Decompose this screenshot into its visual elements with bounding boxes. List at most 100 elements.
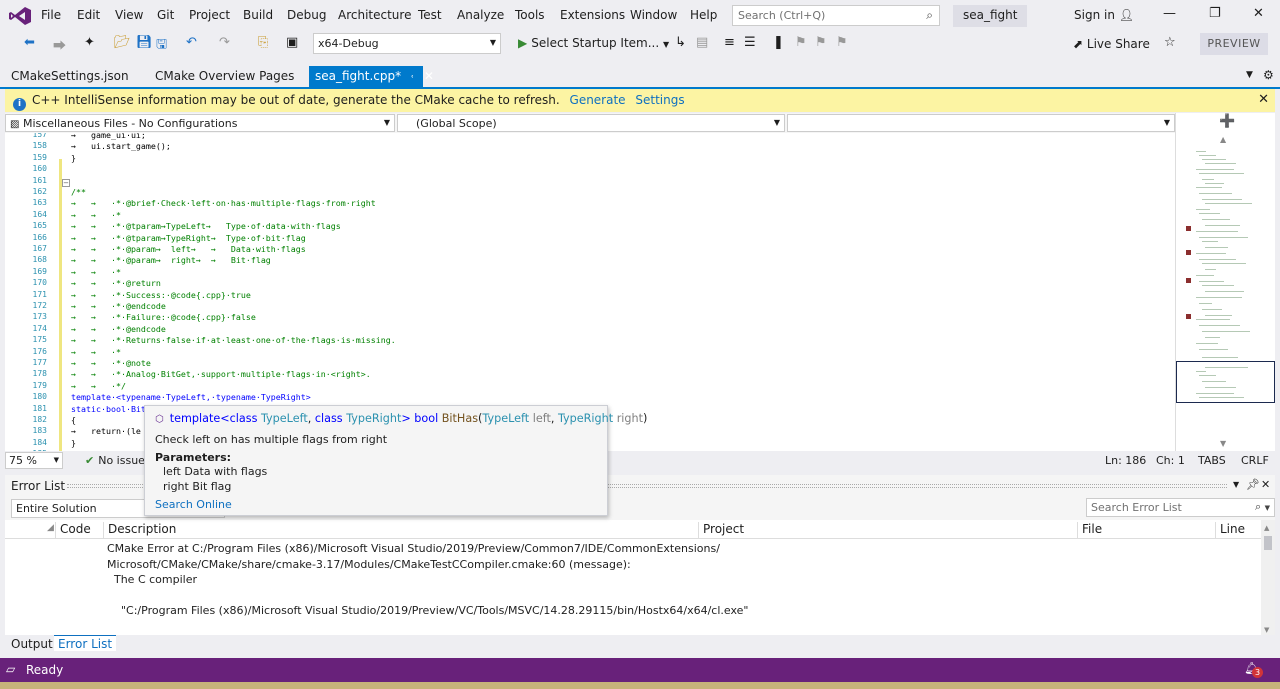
- solution-configuration-select[interactable]: x64-Debug ▼: [313, 33, 501, 54]
- code-line[interactable]: → → ·*·@note: [71, 358, 151, 370]
- menu-architecture[interactable]: Architecture: [338, 8, 411, 22]
- split-window-icon[interactable]: ➕: [1219, 114, 1235, 129]
- code-line[interactable]: → → ·*·@tparam→TypeLeft→ Type·of·data·wi…: [71, 221, 341, 233]
- code-line[interactable]: → → ·*·Returns·false·if·at·least·one·of·…: [71, 335, 396, 347]
- tab-cmake-overview[interactable]: CMake Overview Pages: [149, 66, 300, 87]
- collapse-icon[interactable]: −: [62, 179, 70, 187]
- find-in-files-icon[interactable]: ⎘: [258, 35, 268, 50]
- member-select[interactable]: ▼: [787, 114, 1175, 132]
- search-online-link[interactable]: Search Online: [155, 498, 232, 511]
- line-ending-indicator[interactable]: CRLF: [1241, 454, 1269, 467]
- screenshot-icon[interactable]: ▣: [286, 35, 298, 50]
- visual-studio-logo-icon[interactable]: [8, 6, 32, 26]
- issues-indicator[interactable]: ✔ No issue: [85, 454, 145, 467]
- column-line[interactable]: Line: [1215, 522, 1245, 538]
- column-file[interactable]: File: [1077, 522, 1102, 538]
- quick-launch-search[interactable]: Search (Ctrl+Q) ⌕: [732, 5, 940, 26]
- tab-cmakesettings[interactable]: CMakeSettings.json: [5, 66, 135, 87]
- code-line[interactable]: → → ·*: [71, 210, 121, 222]
- scroll-thumb[interactable]: [1264, 536, 1272, 550]
- panel-menu-icon[interactable]: ▼: [1233, 480, 1239, 489]
- close-window-icon[interactable]: ✕: [1253, 6, 1264, 21]
- menu-file[interactable]: File: [41, 8, 61, 22]
- menu-project[interactable]: Project: [189, 8, 230, 22]
- menu-build[interactable]: Build: [243, 8, 273, 22]
- code-line[interactable]: → → ·*·@tparam→TypeRight→ Type·of·bit·fl…: [71, 233, 306, 245]
- feedback-icon[interactable]: ☆: [1164, 35, 1176, 50]
- code-editor[interactable]: 157 158 159 160 161 162 163 164 165 166 167 168 169 1…: [5, 133, 1175, 451]
- code-line[interactable]: template·<typename·TypeLeft,·typename·Ty…: [71, 392, 311, 404]
- pin-panel-icon[interactable]: 📌︎: [1246, 478, 1260, 491]
- scrollbar-minimap[interactable]: ➕ ▲ ▼: [1175, 113, 1275, 451]
- restore-icon[interactable]: ❐: [1209, 6, 1221, 21]
- menu-tools[interactable]: Tools: [515, 8, 545, 22]
- close-panel-icon[interactable]: ✕: [1261, 478, 1270, 491]
- code-line[interactable]: → → ·*·Failure:·@code{.cpp}·false: [71, 312, 256, 324]
- menu-help[interactable]: Help: [690, 8, 717, 22]
- sign-in-link[interactable]: Sign in 👤︎: [1074, 8, 1134, 22]
- minimize-icon[interactable]: —: [1163, 6, 1176, 21]
- scroll-up-icon[interactable]: ▲: [1264, 524, 1269, 532]
- navigate-back-icon[interactable]: ⬅: [24, 35, 35, 50]
- code-line[interactable]: → → ·*·@param→ right→ → Bit·flag: [71, 255, 271, 267]
- code-line[interactable]: → → ·*: [71, 347, 121, 359]
- code-line[interactable]: → → ·*·Success:·@code{.cpp}·true: [71, 290, 251, 302]
- preview-badge[interactable]: PREVIEW: [1200, 33, 1268, 55]
- code-line[interactable]: → → ·*: [71, 267, 121, 279]
- column-code[interactable]: Code: [55, 522, 91, 538]
- tab-output[interactable]: Output: [7, 637, 57, 651]
- code-line[interactable]: /**: [71, 187, 86, 199]
- code-line[interactable]: }: [71, 438, 76, 450]
- menu-window[interactable]: Window: [630, 8, 677, 22]
- tabs-indicator[interactable]: TABS: [1198, 454, 1226, 467]
- project-select[interactable]: ▨ Miscellaneous Files - No Configuration…: [5, 114, 395, 132]
- code-line[interactable]: → → ·*·@param→ left→ → Data·with·flags: [71, 244, 306, 256]
- column-project[interactable]: Project: [698, 522, 744, 538]
- tab-overflow-icon[interactable]: ▼: [1246, 70, 1253, 80]
- menu-extensions[interactable]: Extensions: [560, 8, 625, 22]
- filter-icon[interactable]: ◢: [47, 523, 54, 533]
- menu-git[interactable]: Git: [157, 8, 174, 22]
- menu-analyze[interactable]: Analyze: [457, 8, 504, 22]
- bookmark-icon[interactable]: ❚: [773, 35, 784, 50]
- scroll-down-icon[interactable]: ▼: [1264, 626, 1269, 634]
- scroll-down-icon[interactable]: ▼: [1220, 439, 1226, 448]
- menu-edit[interactable]: Edit: [77, 8, 100, 22]
- close-tab-icon[interactable]: ✕: [424, 69, 434, 83]
- generate-link[interactable]: Generate: [570, 93, 626, 107]
- step-icon[interactable]: ↳: [675, 35, 686, 50]
- scope-select[interactable]: (Global Scope) ▼: [397, 114, 785, 132]
- open-folder-icon[interactable]: 📂︎: [114, 35, 131, 50]
- save-icon[interactable]: 💾︎: [136, 35, 153, 50]
- settings-link[interactable]: Settings: [635, 93, 684, 107]
- code-line[interactable]: → → ·*·@return: [71, 278, 161, 290]
- search-error-list-input[interactable]: Search Error List ⌕ ▼: [1086, 498, 1275, 517]
- close-info-bar-icon[interactable]: ✕: [1258, 92, 1269, 107]
- pin-icon[interactable]: ˓: [411, 72, 414, 83]
- save-all-icon[interactable]: 🖫︎: [156, 35, 167, 57]
- navigate-forward-icon[interactable]: ⮕: [53, 35, 66, 54]
- comment-out-icon[interactable]: ≡: [724, 35, 735, 50]
- undo-icon[interactable]: ↶: [186, 35, 197, 50]
- menu-view[interactable]: View: [115, 8, 143, 22]
- error-list-scrollbar[interactable]: ▲ ▼: [1261, 520, 1275, 638]
- menu-debug[interactable]: Debug: [287, 8, 326, 22]
- new-item-icon[interactable]: ✦: [84, 35, 95, 50]
- start-debugging-button[interactable]: ▶ Select Startup Item... ▼: [518, 36, 669, 50]
- tab-sea-fight-cpp[interactable]: sea_fight.cpp* ˓ ✕: [309, 66, 434, 87]
- column-description[interactable]: Description: [103, 522, 176, 538]
- code-line[interactable]: → ui.start_game();: [71, 141, 171, 153]
- code-line[interactable]: {: [71, 415, 76, 427]
- code-line[interactable]: → → ·*/: [71, 381, 126, 393]
- code-line[interactable]: → return·(le: [71, 426, 141, 438]
- code-line[interactable]: }: [71, 153, 76, 165]
- code-line[interactable]: → → ·*·@brief·Check·left·on·has·multiple…: [71, 198, 376, 210]
- error-list-rows[interactable]: CMake Error at C:/Program Files (x86)/Mi…: [5, 539, 1261, 638]
- settings-gear-icon[interactable]: ⚙: [1263, 68, 1274, 82]
- tab-error-list[interactable]: Error List: [54, 635, 117, 651]
- code-line[interactable]: → → ·*·Analog·BitGet,·support·multiple·f…: [71, 369, 371, 381]
- zoom-select[interactable]: 75 % ▼: [5, 452, 63, 469]
- code-line[interactable]: → → ·*·@endcode: [71, 301, 166, 313]
- redo-icon[interactable]: ↷: [219, 35, 230, 50]
- live-share-button[interactable]: ⬈ Live Share: [1073, 37, 1150, 51]
